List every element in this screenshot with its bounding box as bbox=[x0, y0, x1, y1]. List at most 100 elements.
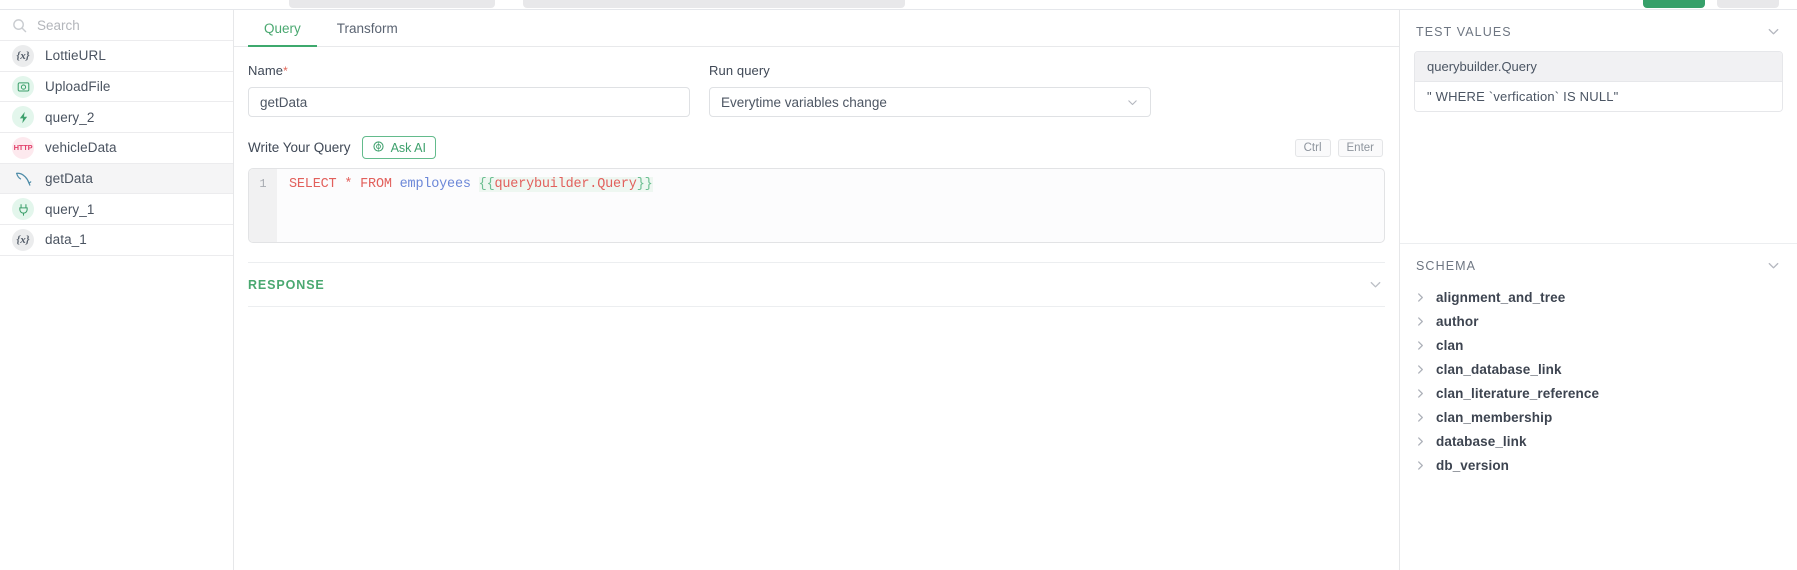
tab-label: Query bbox=[264, 21, 301, 36]
sql-keyword-from: FROM bbox=[360, 177, 392, 192]
line-number: 1 bbox=[259, 177, 267, 191]
schema-table-database-link[interactable]: database_link bbox=[1400, 429, 1797, 453]
name-field-label: Name* bbox=[248, 63, 288, 78]
mysql-dolphin-icon bbox=[12, 168, 34, 190]
shortcut-hints: Ctrl Enter bbox=[1294, 138, 1383, 157]
sql-star: * bbox=[336, 177, 361, 192]
chevron-right-icon bbox=[1416, 436, 1425, 447]
tab-transform[interactable]: Transform bbox=[321, 10, 414, 47]
sql-editor[interactable]: 1 SELECT * FROM employees {{querybuilder… bbox=[248, 168, 1385, 243]
query-list-sidebar: {x} LottieURL UploadFile query_2 HTTP ve bbox=[0, 10, 234, 570]
schema-table-name: clan_membership bbox=[1436, 409, 1553, 425]
chevron-right-icon bbox=[1416, 388, 1425, 399]
editor-line-numbers: 1 bbox=[249, 169, 277, 242]
write-query-row: Write Your Query Ask AI Ctrl Enter bbox=[248, 136, 1385, 159]
sidebar-item-label: query_2 bbox=[45, 109, 95, 125]
query-editor-app: {x} LottieURL UploadFile query_2 HTTP ve bbox=[0, 0, 1797, 570]
toolbar-primary-button[interactable] bbox=[1643, 0, 1705, 8]
chevron-down-icon[interactable] bbox=[1766, 258, 1781, 273]
sql-table-name: employees bbox=[391, 177, 479, 192]
sidebar-item-label: data_1 bbox=[45, 232, 87, 248]
name-input[interactable]: getData bbox=[248, 87, 690, 117]
schema-table-name: database_link bbox=[1436, 433, 1527, 449]
search-input[interactable] bbox=[37, 17, 221, 33]
schema-table-name: db_version bbox=[1436, 457, 1510, 473]
sidebar-item-uploadfile[interactable]: UploadFile bbox=[0, 72, 233, 103]
sidebar-item-getdata[interactable]: getData bbox=[0, 163, 233, 195]
mustache-close: }} bbox=[636, 177, 653, 192]
mustache-open: {{ bbox=[478, 177, 495, 192]
test-value-input[interactable]: " WHERE `verfication` IS NULL" bbox=[1415, 82, 1782, 111]
toolbar-stub-2[interactable] bbox=[523, 0, 905, 8]
schema-table-clan-literature-reference[interactable]: clan_literature_reference bbox=[1400, 381, 1797, 405]
toolbar-stub-1[interactable] bbox=[289, 0, 495, 8]
schema-table-author[interactable]: author bbox=[1400, 309, 1797, 333]
top-toolbar bbox=[0, 0, 1797, 10]
name-field-group: Name* getData bbox=[248, 63, 690, 117]
response-section-header[interactable]: RESPONSE bbox=[248, 262, 1385, 307]
sql-keyword-select: SELECT bbox=[289, 177, 337, 192]
right-panel: TEST VALUES querybuilder.Query " WHERE `… bbox=[1400, 10, 1797, 570]
test-values-card: querybuilder.Query " WHERE `verfication`… bbox=[1414, 51, 1783, 112]
schema-table-clan-database-link[interactable]: clan_database_link bbox=[1400, 357, 1797, 381]
chevron-right-icon bbox=[1416, 460, 1425, 471]
write-query-label: Write Your Query bbox=[248, 140, 351, 155]
sidebar-item-label: LottieURL bbox=[45, 48, 106, 64]
chevron-down-icon[interactable] bbox=[1766, 24, 1781, 39]
query-editor-main: Query Transform Name* getData Run query bbox=[234, 10, 1400, 570]
mustache-binding-path: querybuilder.Query bbox=[494, 177, 637, 192]
name-input-value: getData bbox=[260, 94, 308, 110]
run-query-select[interactable]: Everytime variables change bbox=[709, 87, 1151, 117]
http-icon: HTTP bbox=[12, 136, 34, 159]
chevron-right-icon bbox=[1416, 364, 1425, 375]
schema-table-name: author bbox=[1436, 313, 1479, 329]
editor-tabs: Query Transform bbox=[234, 10, 1399, 47]
test-values-title: TEST VALUES bbox=[1416, 24, 1512, 39]
test-values-header[interactable]: TEST VALUES bbox=[1400, 10, 1797, 51]
chevron-right-icon bbox=[1416, 292, 1425, 303]
run-query-group: Run query Everytime variables change bbox=[709, 63, 1151, 117]
sidebar-item-label: getData bbox=[45, 171, 93, 187]
sidebar-item-label: query_1 bbox=[45, 201, 95, 217]
form-row: Name* getData Run query Everytime variab… bbox=[248, 63, 1385, 117]
test-value-key: querybuilder.Query bbox=[1415, 52, 1782, 82]
sidebar-item-lottieurl[interactable]: {x} LottieURL bbox=[0, 41, 233, 72]
lightning-bolt-icon bbox=[12, 106, 34, 129]
sidebar-item-label: UploadFile bbox=[45, 79, 111, 95]
query-form: Name* getData Run query Everytime variab… bbox=[234, 47, 1399, 243]
sidebar-item-label: vehicleData bbox=[45, 140, 117, 156]
schema-table-clan-membership[interactable]: clan_membership bbox=[1400, 405, 1797, 429]
tab-label: Transform bbox=[336, 21, 398, 36]
sidebar-item-vehicledata[interactable]: HTTP vehicleData bbox=[0, 133, 233, 164]
schema-table-alignment-and-tree[interactable]: alignment_and_tree bbox=[1400, 285, 1797, 309]
run-query-value: Everytime variables change bbox=[721, 94, 887, 110]
run-query-label: Run query bbox=[709, 63, 770, 78]
schema-table-list: alignment_and_tree author clan clan_data… bbox=[1400, 285, 1797, 477]
search-icon bbox=[12, 18, 27, 33]
chevron-right-icon bbox=[1416, 412, 1425, 423]
editor-code-line: SELECT * FROM employees {{querybuilder.Q… bbox=[277, 169, 653, 242]
required-marker: * bbox=[283, 64, 288, 78]
sidebar-item-data-1[interactable]: {x} data_1 bbox=[0, 225, 233, 256]
chevron-down-icon bbox=[1126, 96, 1139, 109]
key-ctrl: Ctrl bbox=[1294, 138, 1331, 157]
schema-title: SCHEMA bbox=[1416, 258, 1477, 273]
variable-icon: {x} bbox=[12, 228, 34, 251]
schema-table-name: clan_literature_reference bbox=[1436, 385, 1600, 401]
schema-table-name: clan_database_link bbox=[1436, 361, 1562, 377]
sparkle-ai-icon bbox=[372, 140, 385, 156]
ask-ai-button[interactable]: Ask AI bbox=[361, 136, 436, 159]
schema-table-name: alignment_and_tree bbox=[1436, 289, 1566, 305]
schema-table-clan[interactable]: clan bbox=[1400, 333, 1797, 357]
toolbar-secondary-button[interactable] bbox=[1717, 0, 1779, 8]
sidebar-search-row bbox=[0, 10, 233, 41]
image-upload-icon bbox=[12, 75, 34, 98]
schema-table-db-version[interactable]: db_version bbox=[1400, 453, 1797, 477]
sidebar-item-query-1[interactable]: query_1 bbox=[0, 194, 233, 226]
tab-query[interactable]: Query bbox=[248, 10, 317, 47]
key-enter: Enter bbox=[1337, 138, 1383, 157]
sidebar-item-query-2[interactable]: query_2 bbox=[0, 102, 233, 134]
variable-icon: {x} bbox=[12, 44, 34, 67]
chevron-down-icon[interactable] bbox=[1368, 277, 1383, 292]
schema-header[interactable]: SCHEMA bbox=[1400, 244, 1797, 285]
